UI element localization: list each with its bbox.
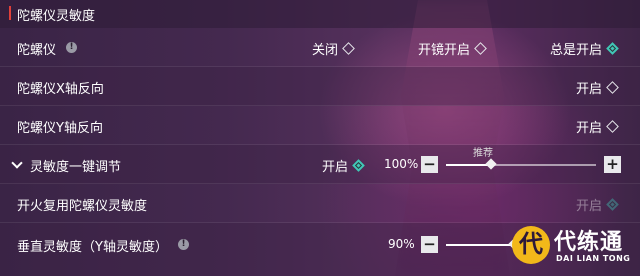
row-fire-reuse-gyro: 开火复用陀螺仪灵敏度 开启	[0, 184, 640, 223]
info-icon[interactable]: !	[66, 42, 77, 53]
decrease-button[interactable]: −	[421, 156, 438, 173]
logo-text-en: DAI LIAN TONG	[556, 254, 631, 263]
section-accent-bar	[9, 6, 11, 20]
watermark-logo: 代 代练通 DAI LIAN TONG	[512, 220, 640, 276]
slider-value: 100%	[384, 157, 419, 171]
logo-badge-icon: 代	[512, 226, 550, 264]
diamond-radio-icon	[606, 120, 619, 133]
row-gyroscope: 陀螺仪 ! 关闭 开镜开启 总是开启	[0, 28, 640, 67]
checked-diamond-icon	[606, 198, 619, 211]
info-icon[interactable]: !	[178, 239, 189, 250]
recommend-label: 推荐	[473, 148, 493, 159]
option-scope-on[interactable]: 开镜开启	[418, 39, 487, 58]
row-y-axis-invert: 陀螺仪Y轴反向 开启	[0, 106, 640, 145]
chevron-down-icon[interactable]	[11, 157, 23, 169]
option-label: 开镜开启	[418, 43, 471, 58]
row-one-key-sensitivity: 灵敏度一键调节 开启 100% − 推荐 +	[0, 145, 640, 184]
row-label: 陀螺仪X轴反向	[17, 82, 104, 97]
toggle-fire-reuse: 开启	[576, 195, 619, 214]
option-label: 开启	[576, 199, 603, 214]
option-label: 开启	[576, 82, 603, 97]
checked-diamond-icon	[352, 159, 365, 172]
diamond-radio-icon	[342, 42, 355, 55]
slider-thumb[interactable]	[485, 158, 497, 170]
section-title: 陀螺仪灵敏度	[17, 9, 96, 24]
increase-button[interactable]: +	[604, 156, 621, 173]
option-label: 总是开启	[550, 43, 603, 58]
checked-diamond-icon	[606, 42, 619, 55]
row-label: 陀螺仪Y轴反向	[17, 121, 103, 136]
option-label: 开启	[322, 160, 349, 175]
option-off[interactable]: 关闭	[312, 39, 355, 58]
decrease-button[interactable]: −	[421, 236, 438, 253]
diamond-radio-icon	[474, 42, 487, 55]
row-x-axis-invert: 陀螺仪X轴反向 开启	[0, 67, 640, 106]
row-label: 垂直灵敏度（Y轴灵敏度）	[17, 240, 168, 255]
row-label: 陀螺仪	[17, 43, 57, 58]
row-label: 开火复用陀螺仪灵敏度	[17, 199, 148, 214]
toggle-one-key[interactable]: 开启	[322, 156, 365, 175]
toggle-y-invert[interactable]: 开启	[576, 117, 619, 136]
row-label: 灵敏度一键调节	[30, 160, 122, 175]
diamond-radio-icon	[606, 81, 619, 94]
section-header: 陀螺仪灵敏度	[0, 0, 640, 28]
option-label: 开启	[576, 121, 603, 136]
slider-fill	[446, 244, 514, 246]
slider-value: 90%	[388, 237, 415, 251]
option-label: 关闭	[312, 43, 339, 58]
logo-text-cn: 代练通	[554, 230, 624, 255]
slider-fill	[446, 164, 491, 166]
toggle-x-invert[interactable]: 开启	[576, 78, 619, 97]
option-always-on[interactable]: 总是开启	[550, 39, 619, 58]
